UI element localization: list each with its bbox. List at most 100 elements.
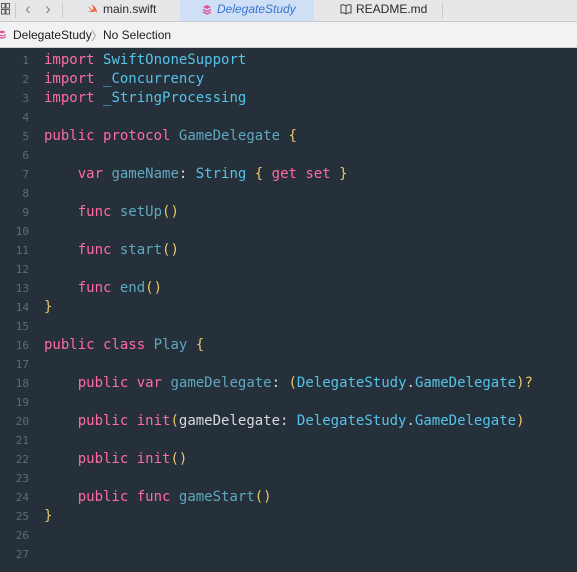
code-line[interactable]: 1 import SwiftOnoneSupport — [0, 51, 577, 70]
code-line[interactable]: 3 import _StringProcessing — [0, 89, 577, 108]
line-number: 4 — [22, 111, 29, 124]
line-number: 14 — [15, 301, 29, 314]
code-token: end — [119, 280, 146, 296]
code-token: )? — [516, 375, 533, 391]
line-number: 23 — [15, 472, 29, 485]
code-token: } — [339, 166, 348, 182]
code-token: : — [178, 166, 196, 182]
code-line[interactable]: 23 — [0, 469, 577, 488]
code-line[interactable]: 7 var gameName: String { get set } — [0, 165, 577, 184]
code-line[interactable]: 17 — [0, 355, 577, 374]
line-number: 19 — [15, 396, 29, 409]
code-token: public — [44, 337, 95, 353]
code-token: { — [288, 128, 297, 144]
related-items-icon[interactable] — [1, 3, 10, 15]
code-line[interactable]: 8 — [0, 184, 577, 203]
code-token: ( — [170, 413, 179, 429]
code-editor[interactable]: 1 import SwiftOnoneSupport 2 import _Concur… — [0, 48, 577, 572]
code-line[interactable]: 6 — [0, 146, 577, 165]
code-token: public — [77, 451, 129, 467]
code-text: import SwiftOnoneSupport — [44, 51, 246, 70]
code-line[interactable]: 14} — [0, 298, 577, 317]
code-line[interactable]: 20 public init(gameDelegate: DelegateStu… — [0, 412, 577, 431]
code-text: func end() — [44, 279, 162, 298]
code-line[interactable]: 10 — [0, 222, 577, 241]
line-number: 11 — [15, 244, 29, 257]
code-token: Play — [153, 337, 188, 353]
code-token: () — [145, 280, 163, 296]
code-line[interactable]: 13 func end() — [0, 279, 577, 298]
tab-readme[interactable]: README.md — [314, 0, 442, 21]
code-token: { — [195, 337, 205, 353]
line-number: 21 — [15, 434, 29, 447]
code-text: public func gameStart() — [44, 488, 272, 507]
code-token: () — [162, 204, 179, 220]
line-number: 5 — [22, 130, 29, 143]
tab-label: main.swift — [103, 2, 157, 16]
line-number: 12 — [15, 263, 29, 276]
code-line[interactable]: 16 public class Play { — [0, 336, 577, 355]
code-line[interactable]: 11 func start() — [0, 241, 577, 260]
code-token: String — [195, 166, 247, 182]
code-line[interactable]: 9 func setUp() — [0, 203, 577, 222]
tab-label: README.md — [356, 2, 428, 16]
back-arrow-icon[interactable]: ‹ — [21, 0, 35, 20]
code-token: gameName — [111, 166, 179, 182]
code-token: gameDelegate — [170, 375, 272, 391]
line-number: 27 — [15, 548, 29, 561]
code-line[interactable]: 27 — [0, 545, 577, 564]
toolbar-divider — [62, 3, 63, 18]
code-token: import — [44, 52, 95, 68]
code-token: gameDelegate: — [178, 413, 297, 429]
tab-divider — [442, 3, 443, 18]
code-text: } — [44, 507, 52, 526]
code-line[interactable]: 24 public func gameStart() — [0, 488, 577, 507]
code-token: public — [77, 375, 129, 391]
code-line[interactable]: 22 public init() — [0, 450, 577, 469]
code-line[interactable]: 21 — [0, 431, 577, 450]
code-text: var gameName: String { get set } — [44, 165, 348, 184]
tab-delegatestudy[interactable]: DelegateStudy — [180, 0, 314, 21]
breadcrumb-selection[interactable]: No Selection — [103, 28, 171, 42]
line-number: 22 — [15, 453, 29, 466]
code-line[interactable]: 26 — [0, 526, 577, 545]
code-token: ) — [516, 413, 525, 429]
code-line[interactable]: 5 public protocol GameDelegate { — [0, 127, 577, 146]
code-token: public — [77, 489, 129, 505]
code-line[interactable]: 19 — [0, 393, 577, 412]
code-token: GameDelegate — [414, 375, 517, 391]
code-line[interactable]: 4 — [0, 108, 577, 127]
code-text: } — [44, 298, 52, 317]
code-line[interactable]: 15 — [0, 317, 577, 336]
breadcrumb-project[interactable]: DelegateStudy — [13, 28, 92, 42]
code-token: var — [136, 375, 163, 391]
tab-label: DelegateStudy — [217, 2, 296, 16]
tab-bar: ‹ › main.swift DelegateStudy README.md — [0, 0, 577, 22]
line-number: 3 — [22, 92, 29, 105]
line-number: 18 — [15, 377, 29, 390]
code-token: . — [406, 413, 415, 429]
tab-main-swift[interactable]: main.swift — [64, 0, 180, 21]
code-line[interactable]: 25} — [0, 507, 577, 526]
code-token: func — [136, 489, 171, 505]
code-line[interactable]: 2 import _Concurrency — [0, 70, 577, 89]
forward-arrow-icon[interactable]: › — [41, 0, 55, 20]
code-token: SwiftOnoneSupport — [103, 52, 247, 68]
line-number: 7 — [22, 168, 29, 181]
code-text: public init(gameDelegate: DelegateStudy.… — [44, 412, 525, 431]
code-line[interactable]: 12 — [0, 260, 577, 279]
code-line[interactable]: 18 public var gameDelegate: (DelegateStu… — [0, 374, 577, 393]
